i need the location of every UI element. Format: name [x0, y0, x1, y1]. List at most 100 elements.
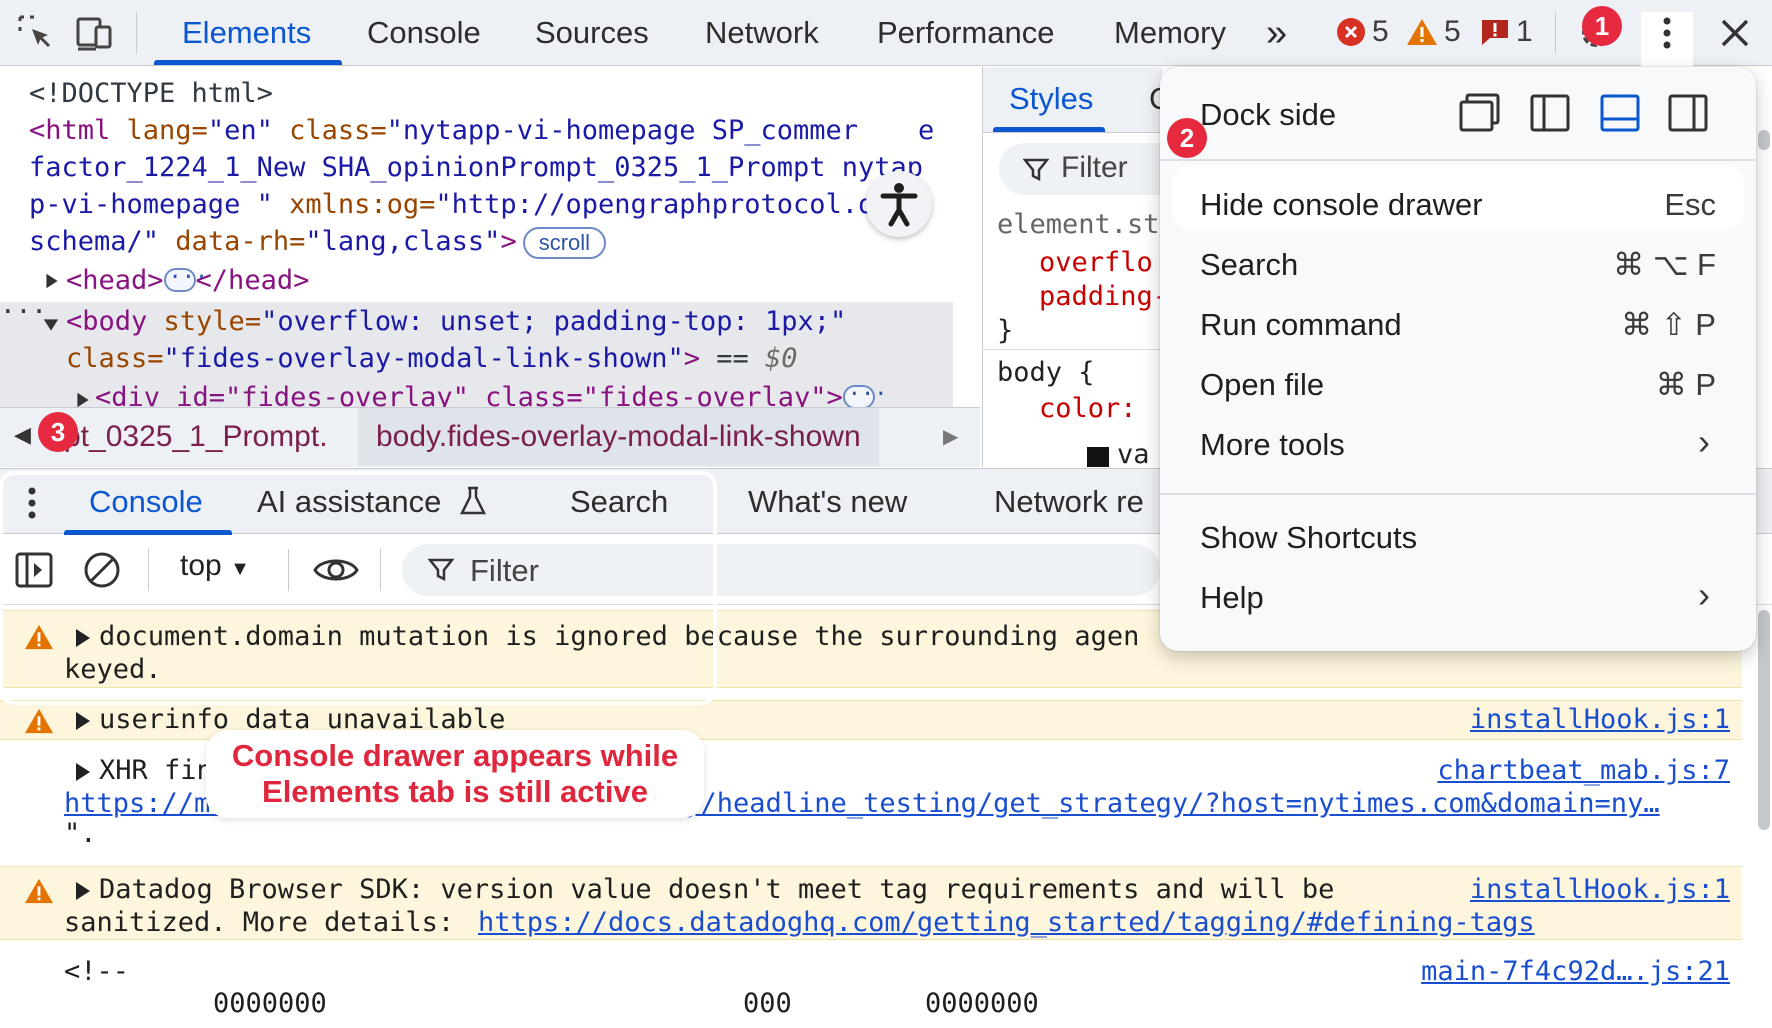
- tab-styles[interactable]: Styles: [1009, 81, 1093, 117]
- step-badge-2: 2: [1167, 118, 1207, 158]
- dock-right-icon[interactable]: [1666, 91, 1710, 135]
- tag-close: >: [683, 343, 700, 374]
- doctype-line: <!DOCTYPE html>: [29, 78, 273, 109]
- body-node-line[interactable]: <body style="overflow: unset; padding-to…: [66, 305, 846, 339]
- style-rule-close: }: [997, 315, 1014, 346]
- drawer-kebab-icon[interactable]: [20, 483, 44, 523]
- live-expression-eye-icon[interactable]: [312, 550, 360, 590]
- context-selector[interactable]: top ▼: [180, 549, 250, 583]
- breadcrumb-item-html[interactable]: pt_0325_1_Prompt.: [64, 408, 328, 466]
- console-filter-placeholder: Filter: [470, 553, 539, 588]
- html-node-line[interactable]: <html lang="en" class="nytapp-vi-homepag…: [29, 114, 858, 148]
- expand-triangle-icon[interactable]: [76, 629, 90, 647]
- sidebar-toggle-icon[interactable]: [14, 550, 54, 590]
- message-link[interactable]: https://docs.datadoghq.com/getting_start…: [478, 907, 1535, 938]
- tab-elements[interactable]: Elements: [182, 0, 311, 66]
- accessibility-tree-button[interactable]: [866, 171, 932, 237]
- style-prop-padding[interactable]: padding-: [1039, 281, 1162, 312]
- console-filter-input[interactable]: Filter: [402, 544, 1160, 596]
- message-link-cont[interactable]: gy/headline_testing/get_strategy/?host=n…: [668, 788, 1660, 819]
- menu-item-run-command[interactable]: Run command ⌘ ⇧ P: [1200, 297, 1716, 353]
- menu-item-search[interactable]: Search ⌘ ⌥ F: [1200, 237, 1716, 293]
- style-value-var: va: [1117, 439, 1150, 467]
- callout-line-2: Elements tab is still active: [262, 774, 648, 809]
- color-swatch[interactable]: [1087, 447, 1109, 467]
- step-badge-1: 1: [1582, 6, 1622, 46]
- menu-item-label: Help: [1200, 580, 1264, 615]
- message-text: document.domain mutation is ignored beca…: [99, 621, 1140, 652]
- menu-item-shortcut: ⌘ P: [1655, 367, 1716, 402]
- tab-performance[interactable]: Performance: [877, 0, 1054, 66]
- expand-triangle-icon[interactable]: [77, 392, 89, 407]
- issue-icon: [1482, 20, 1508, 45]
- inspect-element-icon[interactable]: [14, 11, 58, 55]
- attr-value: "fides-overlay-modal-link-shown": [163, 343, 684, 374]
- style-prop-overflow[interactable]: overflo: [1039, 247, 1153, 278]
- close-devtools-icon[interactable]: [1713, 11, 1757, 55]
- expand-triangle-icon[interactable]: [76, 712, 90, 730]
- devtools-toolbar: Elements Console Sources Network Perform…: [0, 0, 1772, 78]
- drawer-tab-network-requests[interactable]: Network re: [994, 469, 1144, 535]
- head-node-line[interactable]: <head> </head>: [66, 261, 309, 298]
- customize-devtools-menu: Dock side 2 Hide console drawer Esc Sear…: [1160, 67, 1756, 651]
- error-counter[interactable]: 5: [1336, 14, 1389, 50]
- tag-close: >: [500, 226, 517, 257]
- dollar-zero: $0: [765, 343, 798, 374]
- tab-console[interactable]: Console: [367, 0, 481, 66]
- kebab-menu-icon[interactable]: [1645, 11, 1689, 55]
- error-icon: [1337, 18, 1365, 46]
- menu-item-open-file[interactable]: Open file ⌘ P: [1200, 357, 1716, 413]
- console-message-info[interactable]: <!-- main-7f4c92d….js:21 0000000 000 000…: [0, 952, 1742, 1028]
- node-options-dots[interactable]: ···: [0, 297, 47, 327]
- more-tabs-button[interactable]: »: [1266, 0, 1287, 66]
- drawer-tab-whats-new[interactable]: What's new: [748, 469, 907, 535]
- step-badge-3: 3: [38, 412, 78, 452]
- menu-item-help[interactable]: Help ›: [1200, 570, 1716, 626]
- drawer-tab-search[interactable]: Search: [570, 469, 668, 535]
- drawer-tab-console[interactable]: Console: [89, 469, 203, 535]
- context-selector-value: top: [180, 549, 222, 582]
- dock-left-icon[interactable]: [1528, 91, 1572, 135]
- device-toolbar-icon[interactable]: [72, 11, 116, 55]
- scroll-badge[interactable]: scroll: [522, 226, 607, 259]
- collapsed-ellipsis-icon[interactable]: [842, 378, 888, 407]
- flask-icon: [459, 486, 487, 515]
- page-scrollbar-top[interactable]: [1758, 130, 1770, 150]
- undock-icon[interactable]: [1458, 91, 1502, 135]
- breadcrumb-left-icon[interactable]: ◀: [14, 422, 31, 448]
- clear-console-icon[interactable]: [82, 550, 122, 590]
- style-prop-color[interactable]: color:: [1039, 393, 1137, 424]
- tab-network[interactable]: Network: [705, 0, 819, 66]
- source-link[interactable]: main-7f4c92d….js:21: [1421, 956, 1730, 987]
- expand-triangle-icon[interactable]: [76, 763, 90, 781]
- warning-counter[interactable]: 5: [1406, 14, 1461, 50]
- warning-count: 5: [1444, 15, 1461, 48]
- menu-item-shortcut: ⌘ ⇧ P: [1621, 307, 1716, 342]
- breadcrumb-item-body[interactable]: body.fides-overlay-modal-link-shown: [358, 408, 879, 466]
- issues-counter[interactable]: 1: [1480, 14, 1533, 50]
- menu-item-hide-console-drawer[interactable]: Hide console drawer Esc: [1200, 177, 1716, 233]
- breadcrumb: ◀ pt_0325_1_Prompt. body.fides-overlay-m…: [0, 407, 980, 467]
- menu-item-show-shortcuts[interactable]: Show Shortcuts: [1200, 510, 1716, 566]
- expand-triangle-icon[interactable]: [46, 273, 58, 289]
- active-tab-indicator: [154, 60, 342, 65]
- collapse-triangle-icon[interactable]: [43, 319, 59, 331]
- tab-sources[interactable]: Sources: [535, 0, 649, 66]
- message-text-prefix: sanitized. More details:: [64, 907, 455, 938]
- source-link[interactable]: chartbeat_mab.js:7: [1437, 755, 1730, 786]
- drawer-tab-ai-assistance[interactable]: AI assistance: [257, 469, 441, 535]
- menu-item-more-tools[interactable]: More tools ›: [1200, 417, 1716, 473]
- breadcrumb-right-icon[interactable]: ▶: [943, 424, 958, 449]
- div-node-line[interactable]: <div id="fides-overlay" class="fides-ove…: [95, 378, 888, 407]
- console-scrollbar[interactable]: [1758, 610, 1770, 830]
- dock-bottom-icon[interactable]: [1598, 91, 1642, 135]
- tab-memory[interactable]: Memory: [1114, 0, 1226, 66]
- source-link[interactable]: installHook.js:1: [1470, 704, 1730, 735]
- collapsed-ellipsis-icon[interactable]: [163, 261, 208, 295]
- console-message-warning[interactable]: Datadog Browser SDK: version value doesn…: [0, 866, 1742, 940]
- styles-pane: Styles C Filter element.st overflo paddi…: [982, 67, 1162, 467]
- attr-name: class=: [272, 115, 387, 146]
- source-link[interactable]: installHook.js:1: [1470, 874, 1730, 905]
- expand-triangle-icon[interactable]: [76, 882, 90, 900]
- message-text-end: ".: [64, 818, 97, 849]
